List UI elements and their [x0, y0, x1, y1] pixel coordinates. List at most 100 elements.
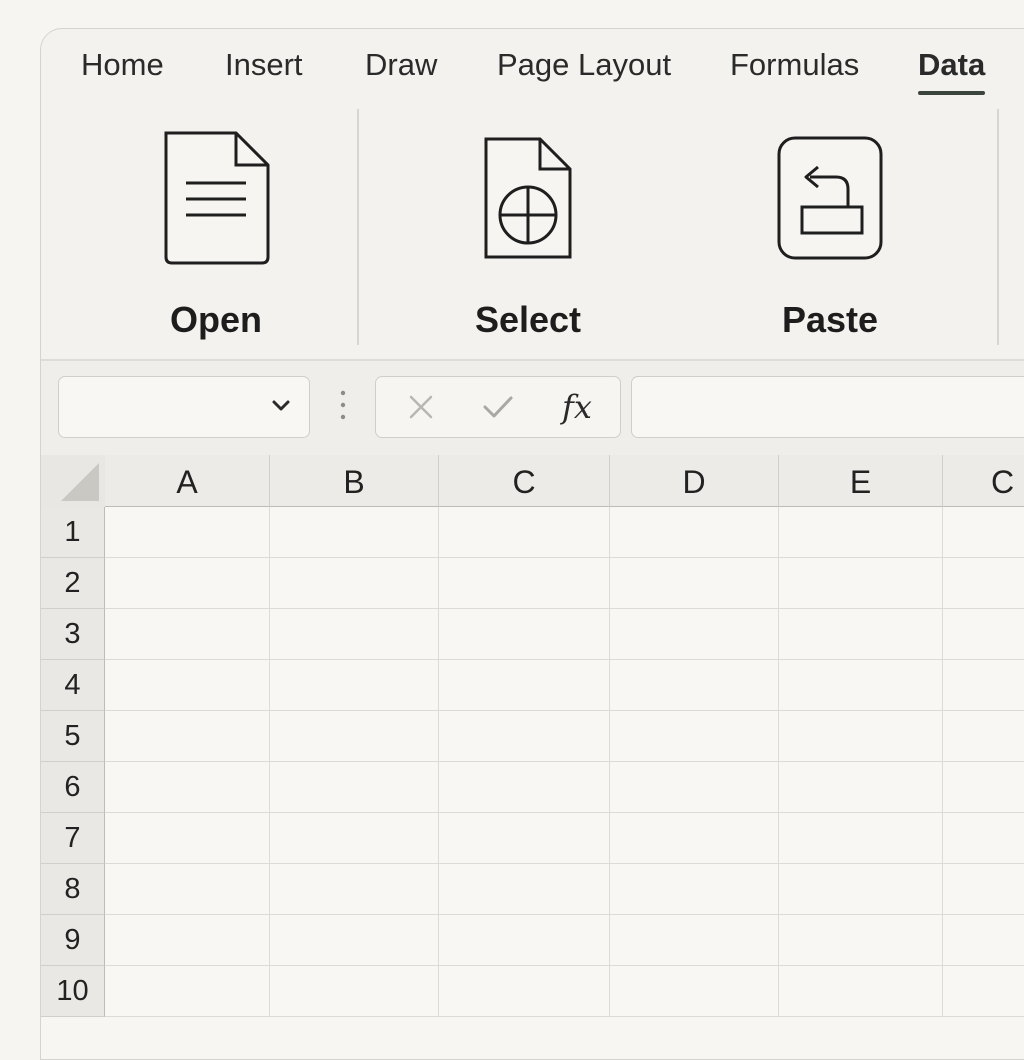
grid-cell[interactable] — [943, 507, 1024, 558]
grid-cell[interactable] — [439, 558, 610, 609]
grid-cell[interactable] — [105, 609, 270, 660]
paste-label: Paste — [781, 299, 879, 340]
grid-cell[interactable] — [270, 915, 439, 966]
grid-cell[interactable] — [943, 813, 1024, 864]
row-header[interactable]: 10 — [41, 966, 105, 1017]
column-header[interactable]: D — [610, 455, 779, 507]
name-box[interactable] — [58, 376, 310, 438]
grid-cell[interactable] — [105, 915, 270, 966]
grid-cell[interactable] — [943, 762, 1024, 813]
cancel-entry-button[interactable] — [408, 377, 434, 437]
fx-label: fx — [562, 388, 592, 426]
grid-cell[interactable] — [610, 915, 779, 966]
grid-cell[interactable] — [610, 711, 779, 762]
grid-cell[interactable] — [779, 507, 943, 558]
column-header[interactable]: A — [105, 455, 270, 507]
row-header[interactable]: 9 — [41, 915, 105, 966]
row-header[interactable]: 4 — [41, 660, 105, 711]
grid-cell[interactable] — [610, 813, 779, 864]
grid-cell[interactable] — [439, 915, 610, 966]
grid-cell[interactable] — [943, 660, 1024, 711]
paste-button[interactable]: Paste — [735, 129, 925, 340]
grid-cell[interactable] — [779, 609, 943, 660]
grid-cell[interactable] — [439, 507, 610, 558]
grid-cell[interactable] — [943, 711, 1024, 762]
tab-page-layout[interactable]: Page Layout — [497, 47, 671, 83]
open-label: Open — [169, 299, 262, 340]
grid-cell[interactable] — [105, 711, 270, 762]
grid-cell[interactable] — [270, 813, 439, 864]
row-header[interactable]: 6 — [41, 762, 105, 813]
grid-cell[interactable] — [439, 813, 610, 864]
grid-cell[interactable] — [270, 609, 439, 660]
formula-bar: fx — [41, 361, 1024, 455]
column-header[interactable]: C — [943, 455, 1024, 507]
grid-cell[interactable] — [270, 507, 439, 558]
select-all-corner[interactable] — [41, 455, 106, 508]
grid-cell[interactable] — [105, 966, 270, 1017]
grid-cell[interactable] — [779, 966, 943, 1017]
tab-formulas[interactable]: Formulas — [730, 47, 859, 83]
grid-cell[interactable] — [943, 864, 1024, 915]
grid-cell[interactable] — [779, 915, 943, 966]
grid-cell[interactable] — [270, 558, 439, 609]
grid-cell[interactable] — [439, 711, 610, 762]
row-header[interactable]: 7 — [41, 813, 105, 864]
grid-cell[interactable] — [105, 813, 270, 864]
grid-cell[interactable] — [610, 507, 779, 558]
grid-cell[interactable] — [105, 507, 270, 558]
grid-cell[interactable] — [439, 660, 610, 711]
grid-cell[interactable] — [105, 558, 270, 609]
grid-cell[interactable] — [779, 864, 943, 915]
spreadsheet-window: Home Insert Draw Page Layout Formulas Da… — [40, 28, 1024, 1060]
chevron-down-icon[interactable] — [269, 393, 293, 417]
grid-cell[interactable] — [270, 660, 439, 711]
grid-cell[interactable] — [779, 660, 943, 711]
grid-cell[interactable] — [439, 864, 610, 915]
row-header[interactable]: 8 — [41, 864, 105, 915]
grid-cell[interactable] — [610, 609, 779, 660]
grid-cell[interactable] — [105, 660, 270, 711]
grid-cell[interactable] — [439, 762, 610, 813]
grid-cell[interactable] — [270, 762, 439, 813]
grid-cell[interactable] — [943, 558, 1024, 609]
grid-cell[interactable] — [779, 558, 943, 609]
grid-cell[interactable] — [105, 864, 270, 915]
grid-cell[interactable] — [943, 915, 1024, 966]
grid-cell[interactable] — [439, 609, 610, 660]
column-header[interactable]: B — [270, 455, 439, 507]
row-header[interactable]: 3 — [41, 609, 105, 660]
grid-cell[interactable] — [439, 966, 610, 1017]
grid-cell[interactable] — [610, 558, 779, 609]
open-button[interactable]: Open — [121, 129, 311, 340]
grid-cell[interactable] — [270, 966, 439, 1017]
tab-insert[interactable]: Insert — [225, 47, 303, 83]
grid-cell[interactable] — [105, 762, 270, 813]
vertical-dots-icon — [340, 390, 346, 420]
ribbon-panel: Open Select Paste — [41, 109, 1024, 361]
grid-cell[interactable] — [943, 966, 1024, 1017]
grid-cell[interactable] — [610, 864, 779, 915]
grid-cell[interactable] — [779, 711, 943, 762]
tab-draw[interactable]: Draw — [365, 47, 437, 83]
grid-cell[interactable] — [610, 966, 779, 1017]
row-header[interactable]: 2 — [41, 558, 105, 609]
row-header[interactable]: 5 — [41, 711, 105, 762]
insert-function-button[interactable]: fx — [562, 377, 592, 437]
grid-cell[interactable] — [610, 660, 779, 711]
grid-cell[interactable] — [779, 762, 943, 813]
ribbon-divider — [357, 109, 359, 345]
tab-home[interactable]: Home — [81, 47, 164, 83]
grid-cell[interactable] — [270, 711, 439, 762]
grid-cell[interactable] — [779, 813, 943, 864]
confirm-entry-button[interactable] — [482, 377, 514, 437]
column-header[interactable]: C — [439, 455, 610, 507]
column-header[interactable]: E — [779, 455, 943, 507]
tab-data[interactable]: Data — [918, 47, 986, 95]
grid-cell[interactable] — [943, 609, 1024, 660]
grid-cell[interactable] — [610, 762, 779, 813]
select-button[interactable]: Select — [433, 129, 623, 340]
row-header[interactable]: 1 — [41, 507, 105, 558]
formula-input[interactable] — [631, 376, 1024, 438]
grid-cell[interactable] — [270, 864, 439, 915]
